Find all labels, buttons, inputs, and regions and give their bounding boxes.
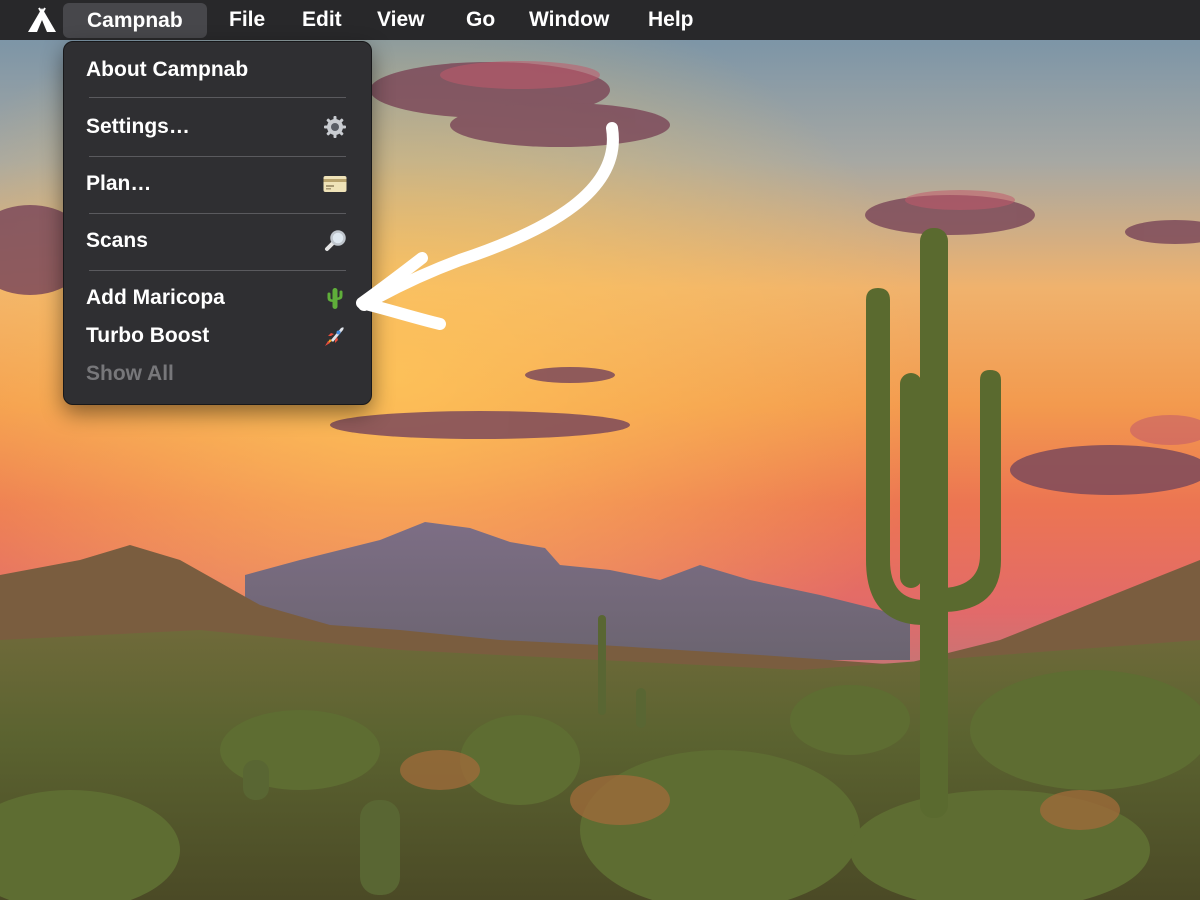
menu-separator — [89, 156, 346, 157]
menu-edit[interactable]: Edit — [302, 0, 342, 40]
campnab-dropdown-menu: About Campnab Settings… Plan… Scans Add … — [63, 41, 372, 405]
menu-window[interactable]: Window — [529, 0, 609, 40]
menu-item-scans[interactable]: Scans — [86, 225, 347, 257]
menu-campnab[interactable]: Campnab — [63, 3, 207, 38]
menu-file[interactable]: File — [229, 0, 265, 40]
menu-item-plan[interactable]: Plan… — [86, 168, 347, 200]
menu-view[interactable]: View — [377, 0, 424, 40]
menu-item-label: Scans — [86, 229, 148, 252]
menu-item-label: Settings… — [86, 115, 190, 138]
menu-bar: Campnab File Edit View Go Window Help — [0, 0, 1200, 40]
menu-item-label: Show All — [86, 362, 174, 385]
menu-separator — [89, 97, 346, 98]
menu-separator — [89, 213, 346, 214]
menu-help[interactable]: Help — [648, 0, 694, 40]
hand-drawn-arrow-icon — [356, 122, 619, 330]
tent-icon[interactable] — [26, 7, 58, 33]
menu-item-turbo-boost[interactable]: Turbo Boost — [86, 320, 347, 352]
menu-go[interactable]: Go — [466, 0, 495, 40]
menu-item-show-all: Show All — [86, 358, 347, 390]
menu-item-label: Turbo Boost — [86, 324, 210, 347]
menu-item-settings[interactable]: Settings… — [86, 111, 347, 143]
menu-item-add-maricopa[interactable]: Add Maricopa — [86, 282, 347, 314]
menu-separator — [89, 270, 346, 271]
menu-item-label: Plan… — [86, 172, 152, 195]
menu-item-about[interactable]: About Campnab — [86, 54, 347, 86]
menu-item-label: Add Maricopa — [86, 286, 225, 309]
menu-item-label: About Campnab — [86, 58, 249, 81]
